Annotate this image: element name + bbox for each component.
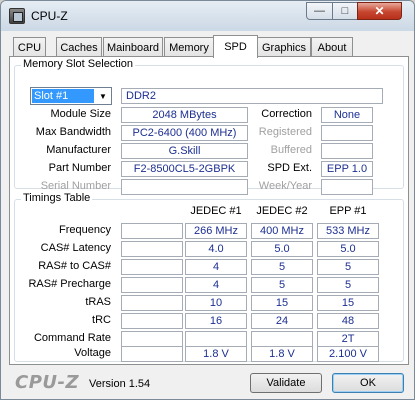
manufacturer-field: G.Skill	[121, 143, 248, 159]
timing-cell: 4	[185, 277, 247, 293]
timing-column-header: JEDEC #2	[256, 205, 308, 217]
timing-cell: 1.8 V	[251, 346, 313, 362]
cpuz-window: CPU-Z — □ ✕ CPU Caches Mainboard Memory …	[0, 0, 415, 400]
week-year-field	[321, 179, 373, 195]
minimize-button[interactable]: —	[306, 2, 333, 20]
timing-cell: 15	[317, 295, 379, 311]
tab-caches[interactable]: Caches	[56, 37, 102, 57]
timing-cell: 48	[317, 313, 379, 329]
correction-label: Correction	[261, 108, 312, 120]
timing-row-label: tRC	[92, 314, 111, 326]
memory-type-field: DDR2	[121, 88, 383, 104]
timing-cell: 5.0	[317, 241, 379, 257]
chevron-down-icon[interactable]: ▼	[95, 88, 111, 104]
timing-row-label: RAS# Precharge	[28, 278, 111, 290]
timing-row-label: Voltage	[74, 347, 111, 359]
maximize-icon: □	[341, 4, 349, 17]
slot-select-value: Slot #1	[32, 89, 94, 103]
module-size-label: Module Size	[50, 108, 111, 120]
timing-row-label: RAS# to CAS#	[38, 260, 111, 272]
tab-graphics[interactable]: Graphics	[257, 37, 311, 57]
timing-cell: 2.100 V	[317, 346, 379, 362]
timing-cell: 533 MHz	[317, 223, 379, 239]
timing-cell: 266 MHz	[185, 223, 247, 239]
timing-cell	[251, 331, 313, 347]
tab-about[interactable]: About	[311, 37, 353, 57]
buffered-field	[321, 143, 373, 159]
timing-spacer-cell	[121, 331, 183, 347]
timing-cell: 2T	[317, 331, 379, 347]
timing-cell: 5	[317, 259, 379, 275]
timing-cell: 16	[185, 313, 247, 329]
close-icon: ✕	[374, 4, 385, 18]
cpuz-logo: CPU-Z	[15, 372, 80, 393]
timing-cell: 5.0	[251, 241, 313, 257]
timing-cell: 4.0	[185, 241, 247, 257]
module-size-field: 2048 MBytes	[121, 107, 248, 123]
part-number-field: F2-8500CL5-2GBPK	[121, 161, 248, 177]
version-label: Version 1.54	[89, 378, 151, 390]
timing-spacer-cell	[121, 277, 183, 293]
close-button[interactable]: ✕	[357, 2, 402, 20]
timing-cell: 5	[251, 259, 313, 275]
timing-cell: 5	[317, 277, 379, 293]
timing-row-label: Command Rate	[33, 332, 111, 344]
timing-spacer-cell	[121, 295, 183, 311]
serial-number-field	[121, 179, 248, 195]
max-bandwidth-field: PC2-6400 (400 MHz)	[121, 125, 248, 141]
timing-spacer-cell	[121, 313, 183, 329]
timings-group: Timings Table JEDEC #1 JEDEC #2 EPP #1 F…	[14, 192, 404, 362]
timing-cell	[185, 331, 247, 347]
timings-group-title: Timings Table	[21, 192, 93, 204]
tab-cpu[interactable]: CPU	[13, 37, 46, 57]
timing-cell: 400 MHz	[251, 223, 313, 239]
tab-bar: CPU Caches Mainboard Memory SPD Graphics…	[9, 35, 409, 58]
registered-label: Registered	[258, 126, 312, 138]
spd-ext-label: SPD Ext.	[267, 162, 312, 174]
window-title: CPU-Z	[31, 9, 68, 23]
week-year-label: Week/Year	[258, 180, 312, 192]
tab-mainboard[interactable]: Mainboard	[103, 37, 163, 57]
timing-column-header: JEDEC #1	[190, 205, 242, 217]
timing-spacer-cell	[121, 346, 183, 362]
memory-slot-group: Memory Slot Selection Slot #1 ▼ DDR2 Mod…	[14, 58, 404, 195]
memory-slot-group-title: Memory Slot Selection	[21, 58, 136, 70]
timing-row-label: CAS# Latency	[40, 242, 111, 254]
manufacturer-label: Manufacturer	[46, 144, 111, 156]
timing-column-header: EPP #1	[329, 205, 367, 217]
tab-memory[interactable]: Memory	[164, 37, 214, 57]
timing-cell: 10	[185, 295, 247, 311]
spd-ext-field: EPP 1.0	[321, 161, 373, 177]
timing-cell: 24	[251, 313, 313, 329]
title-bar[interactable]: CPU-Z — □ ✕	[1, 1, 414, 31]
buffered-label: Buffered	[270, 144, 312, 156]
registered-field	[321, 125, 373, 141]
timing-cell: 1.8 V	[185, 346, 247, 362]
cpuz-app-icon	[9, 8, 25, 24]
timing-row-label: tRAS	[85, 296, 111, 308]
timing-cell: 5	[251, 277, 313, 293]
timing-cell: 15	[251, 295, 313, 311]
slot-select[interactable]: Slot #1 ▼	[30, 87, 112, 105]
minimize-icon: —	[314, 4, 325, 17]
max-bandwidth-label: Max Bandwidth	[35, 126, 111, 138]
spd-panel: Memory Slot Selection Slot #1 ▼ DDR2 Mod…	[9, 56, 409, 365]
timing-cell: 4	[185, 259, 247, 275]
ok-button[interactable]: OK	[332, 373, 404, 393]
part-number-label: Part Number	[48, 162, 111, 174]
maximize-button[interactable]: □	[332, 2, 358, 20]
tab-spd[interactable]: SPD	[213, 35, 258, 58]
timing-row-label: Frequency	[59, 224, 111, 236]
validate-button[interactable]: Validate	[250, 373, 322, 393]
timing-spacer-cell	[121, 223, 183, 239]
timing-spacer-cell	[121, 259, 183, 275]
timing-spacer-cell	[121, 241, 183, 257]
serial-number-label: Serial Number	[40, 180, 111, 192]
correction-field: None	[321, 107, 373, 123]
